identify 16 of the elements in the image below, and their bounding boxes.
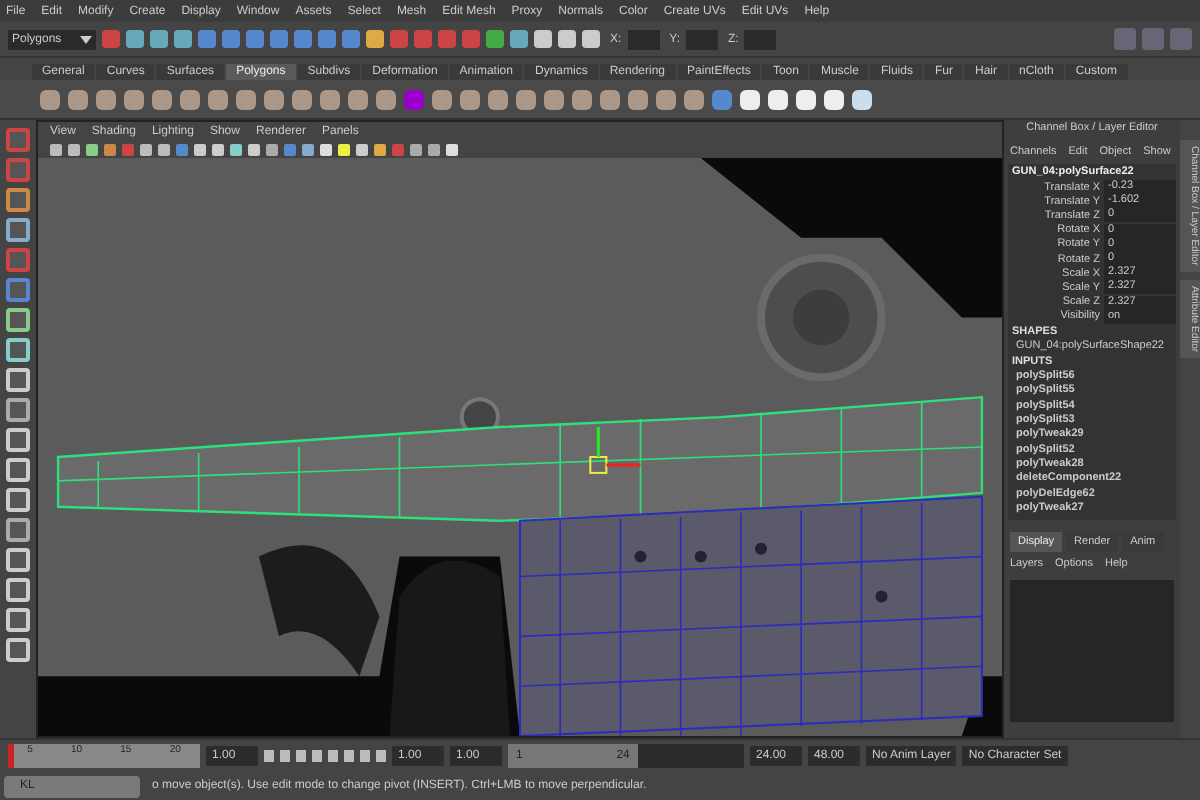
tool-icon[interactable]	[6, 308, 30, 332]
tool-icon[interactable]	[6, 278, 30, 302]
coordinate-field[interactable]	[627, 29, 660, 49]
current-frame-marker[interactable]	[8, 744, 14, 768]
coordinate-field[interactable]	[744, 29, 777, 49]
panel-toggle-icon[interactable]	[1170, 28, 1192, 50]
tool-icon[interactable]	[6, 518, 30, 542]
panel-toggle-icon[interactable]	[1114, 28, 1136, 50]
panel-toggle-icon[interactable]	[1142, 28, 1164, 50]
tool-icon[interactable]	[6, 218, 30, 242]
coordinate-field[interactable]	[686, 29, 719, 49]
tool-icon[interactable]	[6, 398, 30, 422]
caret-icon	[80, 35, 92, 43]
tool-icon[interactable]	[6, 338, 30, 362]
tool-icon[interactable]	[6, 188, 30, 212]
move-manipulator-icon[interactable]	[589, 427, 641, 474]
